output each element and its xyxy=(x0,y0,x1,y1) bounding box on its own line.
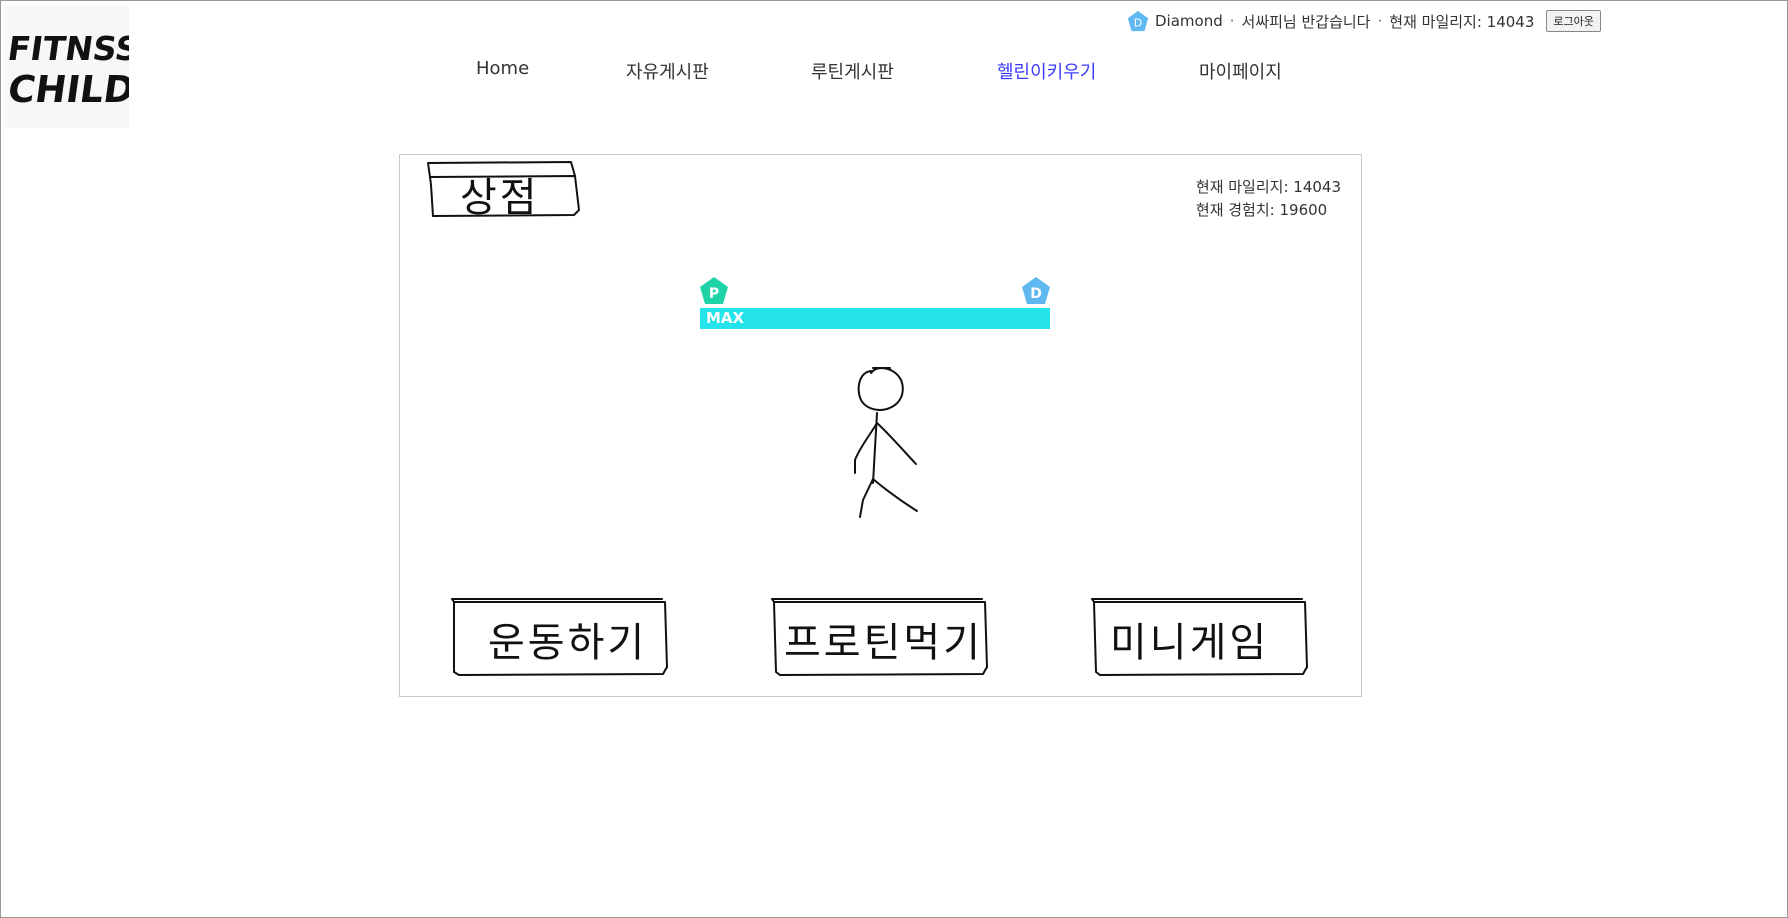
exercise-button[interactable] xyxy=(452,598,668,676)
greeting-text: 서싸피님 반갑습니다 xyxy=(1241,12,1371,31)
stats-block: 현재 마일리지: 14043 현재 경험치: 19600 xyxy=(1196,176,1341,222)
exp-progress: P D MAX xyxy=(700,276,1050,329)
nav-mypage[interactable]: 마이페이지 xyxy=(1199,58,1282,84)
nav-free-board[interactable]: 자유게시판 xyxy=(626,58,709,84)
diamond-tier-icon: D xyxy=(1022,277,1050,304)
nav-routine-board[interactable]: 루틴게시판 xyxy=(811,58,894,84)
separator: · xyxy=(1377,12,1383,30)
stick-figure xyxy=(854,367,918,518)
shop-button[interactable] xyxy=(428,162,580,217)
mileage-text: 현재 마일리지: 14043 xyxy=(1389,12,1535,31)
svg-text:D: D xyxy=(1134,17,1142,30)
user-status-bar: D Diamond · 서싸피님 반갑습니다 · 현재 마일리지: 14043 … xyxy=(1127,10,1601,32)
logout-button[interactable]: 로그아웃 xyxy=(1546,10,1601,32)
tier-name: Diamond xyxy=(1155,12,1223,30)
diamond-tier-icon: D xyxy=(1127,10,1149,32)
exp-bar-label: MAX xyxy=(706,309,745,327)
exp-stat: 현재 경험치: 19600 xyxy=(1195,201,1328,219)
nav-home[interactable]: Home xyxy=(476,58,529,79)
nav-helini-raising[interactable]: 헬린이키우기 xyxy=(997,58,1096,84)
svg-text:P: P xyxy=(709,286,719,302)
exp-bar-track: MAX xyxy=(700,308,1050,329)
separator: · xyxy=(1229,12,1235,30)
platinum-tier-icon: P xyxy=(700,277,728,304)
svg-text:D: D xyxy=(1030,286,1042,302)
eat-protein-button[interactable] xyxy=(772,598,988,676)
game-panel: 상점 현재 마일리지: 14043 현재 경험치: 19600 P D MAX … xyxy=(399,154,1362,697)
main-nav: Home 자유게시판 루틴게시판 헬린이키우기 마이페이지 xyxy=(0,58,1788,86)
exp-bar-fill xyxy=(700,308,1050,329)
minigame-button[interactable] xyxy=(1092,598,1308,676)
mileage-stat: 현재 마일리지: 14043 xyxy=(1195,178,1341,196)
